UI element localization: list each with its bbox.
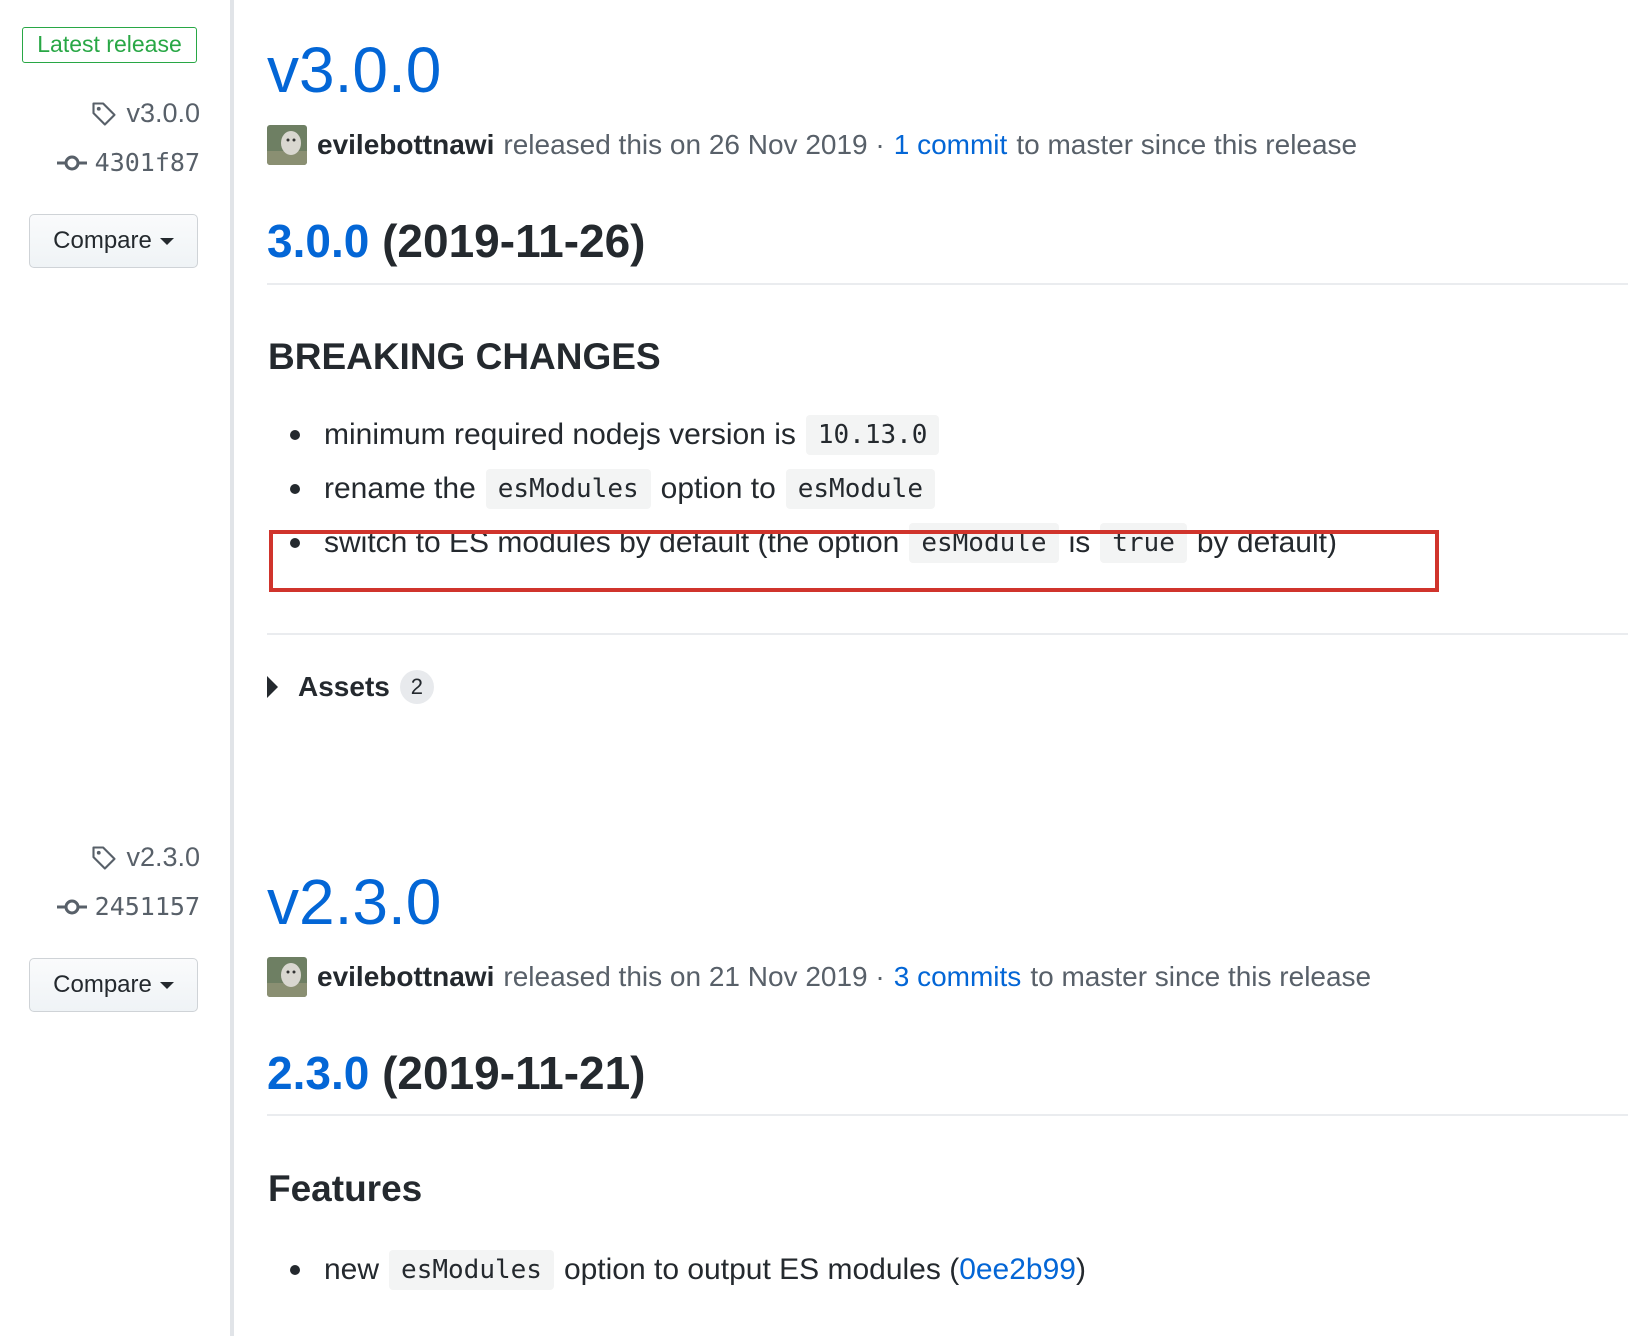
item-text: option to — [660, 472, 776, 505]
bullet — [290, 1265, 300, 1275]
commit-icon — [56, 897, 87, 917]
inline-code: esModules — [485, 469, 651, 509]
item-text: ) — [1075, 1253, 1086, 1286]
item-text: minimum required nodejs version is — [324, 418, 796, 451]
list-item: new esModules option to output ES module… — [290, 1248, 1086, 1292]
release-meta: evilebottnawi released this on 21 Nov 20… — [267, 957, 1371, 997]
highlight-box — [269, 530, 1439, 592]
tag-label: v2.3.0 — [126, 842, 200, 872]
caret-down-icon — [159, 981, 174, 989]
compare-button[interactable]: Compare — [29, 958, 198, 1012]
section-heading: Features — [268, 1168, 423, 1209]
tag-link[interactable]: v2.3.0 — [90, 842, 200, 873]
caret-down-icon — [159, 237, 174, 245]
tag-icon — [90, 100, 118, 128]
version-heading: 2.3.0 (2019-11-21) — [267, 1050, 646, 1096]
inline-code: esModules — [389, 1250, 554, 1290]
commits-suffix: to master since this release — [1030, 961, 1372, 992]
assets-count-badge: 2 — [399, 670, 434, 704]
heading-rule — [267, 1114, 1628, 1116]
commit-ref-link[interactable]: 0ee2b99 — [959, 1253, 1076, 1287]
bullet — [290, 484, 300, 494]
inline-code: esModule — [785, 469, 935, 509]
assets-toggle[interactable]: Assets 2 — [267, 670, 434, 704]
commits-suffix: to master since this release — [1016, 129, 1358, 160]
item-text: option to output ES modules ( — [563, 1253, 960, 1286]
latest-release-badge: Latest release — [22, 27, 197, 63]
release-meta: evilebottnawi released this on 26 Nov 20… — [267, 125, 1357, 165]
tag-link[interactable]: v3.0.0 — [90, 98, 200, 129]
list-item: rename the esModules option to esModule — [290, 467, 945, 511]
inline-code: 10.13.0 — [805, 415, 940, 455]
commit-icon — [56, 153, 87, 173]
compare-label: Compare — [53, 227, 152, 254]
compare-label: Compare — [53, 971, 152, 998]
triangle-right-icon — [267, 676, 278, 698]
commits-link[interactable]: 1 commit — [894, 129, 1008, 161]
version-date: (2019-11-21) — [382, 1047, 646, 1099]
sidebar-divider — [230, 0, 234, 1336]
item-text: new — [324, 1253, 380, 1286]
list-item: minimum required nodejs version is 10.13… — [290, 413, 949, 457]
release-title-link[interactable]: v3.0.0 — [267, 38, 441, 102]
avatar[interactable] — [267, 125, 307, 165]
commits-link[interactable]: 3 commits — [894, 961, 1022, 993]
section-heading: BREAKING CHANGES — [268, 336, 661, 377]
commit-sha: 2451157 — [94, 892, 200, 921]
avatar[interactable] — [267, 957, 307, 997]
tag-icon — [90, 844, 118, 872]
item-text: rename the — [324, 472, 476, 505]
version-link[interactable]: 2.3.0 — [267, 1047, 369, 1099]
version-date: (2019-11-26) — [382, 215, 646, 267]
author-link[interactable]: evilebottnawi — [317, 129, 494, 161]
released-text: released this on 26 Nov 2019 · — [503, 129, 885, 160]
author-link[interactable]: evilebottnawi — [317, 961, 494, 993]
version-heading: 3.0.0 (2019-11-26) — [267, 218, 646, 264]
section-rule — [267, 633, 1628, 635]
bullet — [290, 430, 300, 440]
version-link[interactable]: 3.0.0 — [267, 215, 369, 267]
release-title-link[interactable]: v2.3.0 — [267, 870, 441, 934]
compare-button[interactable]: Compare — [29, 214, 198, 268]
tag-label: v3.0.0 — [126, 98, 200, 128]
heading-rule — [267, 283, 1628, 285]
released-text: released this on 21 Nov 2019 · — [503, 961, 885, 992]
commit-link[interactable]: 4301f87 — [56, 148, 200, 177]
commit-sha: 4301f87 — [94, 148, 200, 177]
assets-label: Assets — [298, 671, 390, 702]
commit-link[interactable]: 2451157 — [56, 892, 200, 921]
